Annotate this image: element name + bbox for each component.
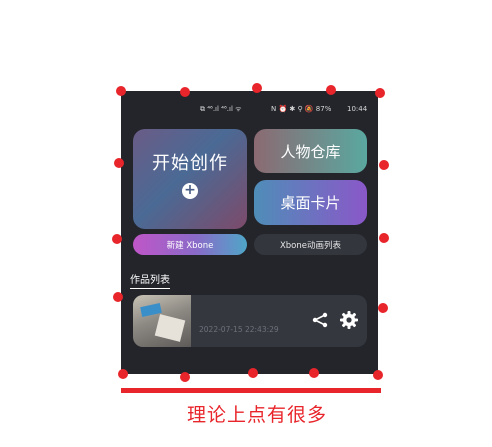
annotation-dot: [248, 368, 258, 378]
status-network-icons: ⧉ ⁴⁶.ıl ⁴⁶.ıl ᯤ: [200, 105, 242, 113]
work-list-item[interactable]: 2022-07-15 22:43:29: [133, 295, 367, 347]
annotation-dot: [118, 369, 128, 379]
annotation-dot: [116, 86, 126, 96]
annotation-dot: [378, 303, 388, 313]
annotation-dot: [326, 85, 336, 95]
start-create-label: 开始创作: [152, 153, 228, 174]
annotation-dot: [180, 87, 190, 97]
new-xbone-label: 新建 Xbone: [166, 240, 214, 251]
status-time: 10:44: [347, 105, 368, 113]
character-library-label: 人物仓库: [280, 142, 341, 161]
annotation-caption: 理论上点有很多: [187, 404, 328, 426]
desktop-cards-label: 桌面卡片: [280, 194, 341, 212]
xbone-animation-list-button[interactable]: Xbone动画列表: [254, 234, 367, 255]
annotation-dot: [379, 160, 389, 170]
new-xbone-button[interactable]: 新建 Xbone: [133, 234, 247, 255]
xbone-animation-list-label: Xbone动画列表: [279, 240, 342, 251]
phone-screen: ⧉ ⁴⁶.ıl ⁴⁶.ıl ᯤ N ⏰ ✱ ⚲ 🔕 87% 10:44 开始创作…: [121, 91, 378, 374]
status-bar: ⧉ ⁴⁶.ıl ⁴⁶.ıl ᯤ N ⏰ ✱ ⚲ 🔕 87% 10:44: [121, 91, 378, 121]
annotation-dot: [379, 233, 389, 243]
annotation-dot: [113, 292, 123, 302]
annotation-dot: [309, 368, 319, 378]
plus-icon: +: [182, 183, 198, 199]
annotation-dot: [373, 370, 383, 380]
annotation-dot: [252, 83, 262, 93]
gear-icon[interactable]: [339, 310, 359, 330]
share-icon[interactable]: [311, 311, 329, 329]
annotation-dot: [180, 372, 190, 382]
character-library-card[interactable]: 人物仓库: [254, 129, 367, 173]
thumbnail-shape: [140, 303, 162, 317]
start-create-card[interactable]: 开始创作 +: [133, 129, 247, 229]
works-list-title: 作品列表: [130, 271, 170, 289]
thumbnail-shape: [154, 314, 186, 342]
annotation-dot: [112, 234, 122, 244]
annotation-dot: [114, 158, 124, 168]
status-system-icons: N ⏰ ✱ ⚲ 🔕 87%: [271, 105, 332, 113]
desktop-cards-card[interactable]: 桌面卡片: [254, 180, 367, 225]
annotation-underline: [121, 388, 381, 393]
work-date: 2022-07-15 22:43:29: [199, 325, 279, 334]
annotation-dot: [375, 88, 385, 98]
work-thumbnail[interactable]: [133, 295, 191, 347]
